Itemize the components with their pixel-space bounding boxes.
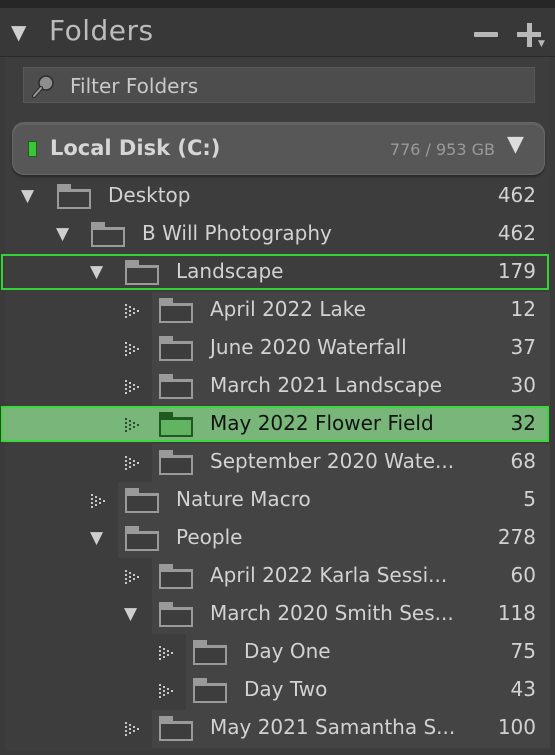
expand-triangle-icon[interactable]: ▼ (90, 527, 103, 549)
folder-icon (57, 184, 91, 209)
collapsed-dots-icon[interactable] (159, 646, 173, 660)
expand-triangle-icon[interactable]: ▼ (90, 261, 103, 283)
folder-name: April 2022 Karla Sessi... (210, 563, 448, 587)
folder-row-april-2022-karla[interactable]: April 2022 Karla Sessi... 60 (0, 558, 555, 596)
folders-panel-header[interactable]: ▼ Folders ▼ (0, 8, 555, 57)
folder-count: 462 (497, 221, 536, 245)
folder-count: 179 (497, 259, 536, 283)
filter-placeholder: Filter Folders (70, 74, 199, 98)
folder-count: 5 (523, 487, 536, 511)
folder-icon (159, 298, 193, 323)
folder-count: 118 (497, 601, 536, 625)
folder-name: Day Two (244, 677, 328, 701)
top-strip (0, 0, 555, 8)
expand-triangle-icon[interactable]: ▼ (56, 223, 69, 245)
folder-row-day-two[interactable]: Day Two 43 (0, 672, 555, 710)
disk-menu-triangle-icon[interactable]: ▼ (507, 132, 524, 157)
folder-name: Nature Macro (176, 487, 311, 511)
folder-icon (159, 412, 193, 437)
folder-count: 60 (510, 563, 536, 587)
collapsed-dots-icon[interactable] (125, 456, 139, 470)
disk-usage: 776 / 953 GB (389, 140, 495, 159)
disk-status-indicator (28, 141, 37, 157)
folder-row-april-2022-lake[interactable]: April 2022 Lake 12 (0, 292, 555, 330)
expand-triangle-icon[interactable]: ▼ (124, 603, 137, 625)
search-icon (32, 75, 54, 98)
folder-name: May 2022 Flower Field (210, 411, 434, 435)
folder-count: 75 (510, 639, 536, 663)
folder-count: 462 (497, 183, 536, 207)
remove-folder-icon[interactable] (474, 32, 498, 37)
collapsed-dots-icon[interactable] (91, 494, 105, 508)
folder-name: June 2020 Waterfall (210, 335, 407, 359)
folder-icon (159, 602, 193, 627)
folder-count: 37 (510, 335, 536, 359)
folder-name: People (176, 525, 243, 549)
folder-row-march-2020-smith[interactable]: ▼ March 2020 Smith Ses... 118 (0, 596, 555, 634)
collapse-triangle-icon[interactable]: ▼ (11, 20, 26, 44)
folder-icon (159, 564, 193, 589)
folder-count: 30 (510, 373, 536, 397)
folder-row-nature-macro[interactable]: Nature Macro 5 (0, 482, 555, 520)
folder-name: Landscape (176, 259, 284, 283)
folder-name: Day One (244, 639, 331, 663)
folder-name: April 2022 Lake (210, 297, 366, 321)
folder-name: Desktop (108, 183, 191, 207)
collapsed-dots-icon[interactable] (125, 570, 139, 584)
collapsed-dots-icon[interactable] (125, 418, 139, 432)
collapsed-dots-icon[interactable] (125, 722, 139, 736)
collapsed-dots-icon[interactable] (125, 304, 139, 318)
folder-icon (159, 716, 193, 741)
folder-count: 12 (510, 297, 536, 321)
panel-title: Folders (49, 14, 154, 47)
folder-row-march-2021-landscape[interactable]: March 2021 Landscape 30 (0, 368, 555, 406)
folder-row-may-2021-samantha[interactable]: May 2021 Samantha S... 100 (0, 710, 555, 748)
filter-folders-input[interactable]: Filter Folders (23, 67, 535, 103)
folder-row-landscape[interactable]: ▼ Landscape 179 (0, 254, 555, 292)
folder-row-may-2022-flower-field[interactable]: May 2022 Flower Field 32 (0, 406, 555, 444)
folder-name: B Will Photography (142, 221, 332, 245)
folder-icon (159, 374, 193, 399)
folder-count: 43 (510, 677, 536, 701)
folder-row-desktop[interactable]: ▼ Desktop 462 (0, 178, 555, 216)
folder-name: September 2020 Wate... (210, 449, 455, 473)
collapsed-dots-icon[interactable] (125, 380, 139, 394)
folder-icon (91, 222, 125, 247)
folder-row-june-2020-waterfall[interactable]: June 2020 Waterfall 37 (0, 330, 555, 368)
folder-icon (159, 450, 193, 475)
local-disk-header[interactable]: Local Disk (C:) 776 / 953 GB ▼ (12, 122, 545, 175)
folder-icon (193, 678, 227, 703)
folder-icon (125, 488, 159, 513)
folder-row-b-will-photography[interactable]: ▼ B Will Photography 462 (0, 216, 555, 254)
folder-icon (125, 260, 159, 285)
disk-name: Local Disk (C:) (50, 136, 221, 160)
folder-row-day-one[interactable]: Day One 75 (0, 634, 555, 672)
folder-icon (159, 336, 193, 361)
folder-row-people[interactable]: ▼ People 278 (0, 520, 555, 558)
folder-icon (193, 640, 227, 665)
folder-name: May 2021 Samantha S... (210, 715, 456, 739)
expand-triangle-icon[interactable]: ▼ (21, 185, 34, 207)
folder-count: 100 (497, 715, 536, 739)
folder-name: March 2021 Landscape (210, 373, 443, 397)
folder-name: March 2020 Smith Ses... (210, 601, 454, 625)
folder-count: 68 (510, 449, 536, 473)
folder-count: 32 (510, 411, 536, 435)
folder-row-september-2020[interactable]: September 2020 Wate... 68 (0, 444, 555, 482)
collapsed-dots-icon[interactable] (125, 342, 139, 356)
folder-icon (125, 526, 159, 551)
folder-count: 278 (497, 525, 536, 549)
collapsed-dots-icon[interactable] (159, 684, 173, 698)
chevron-down-icon[interactable]: ▼ (538, 39, 545, 49)
